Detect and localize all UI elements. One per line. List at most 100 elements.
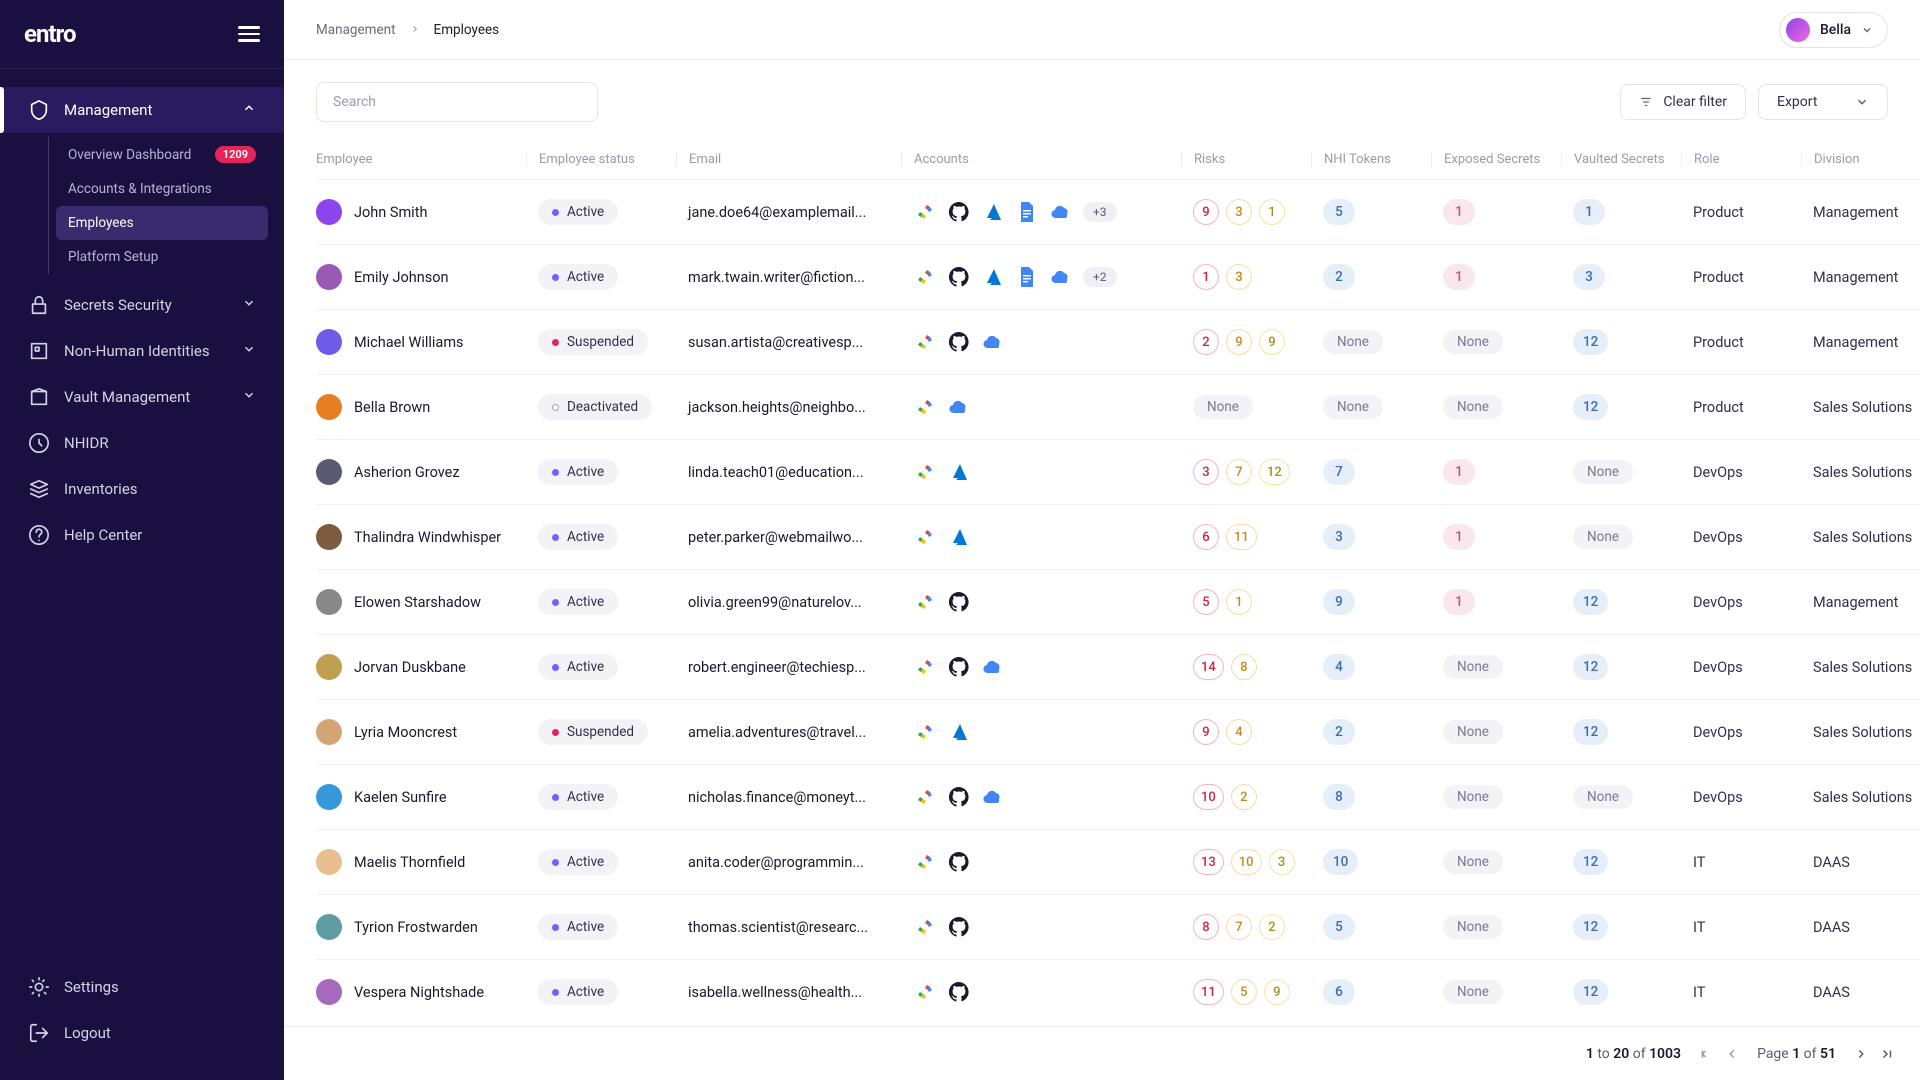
sidebar-item-inventories[interactable]: Inventories: [0, 466, 284, 512]
risks-cell: 1159: [1181, 979, 1311, 1005]
risk-badge: 12: [1259, 459, 1290, 485]
export-button[interactable]: Export: [1758, 84, 1888, 120]
clear-filter-button[interactable]: Clear filter: [1620, 84, 1746, 120]
table-row[interactable]: Maelis ThornfieldActiveanita.coder@progr…: [316, 829, 1920, 894]
avatar: [316, 459, 342, 485]
table-row[interactable]: Asherion GrovezActivelinda.teach01@educa…: [316, 439, 1920, 504]
sidebar-item-help-center[interactable]: Help Center: [0, 512, 284, 558]
column-header[interactable]: Division: [1801, 152, 1920, 167]
accounts-cell: [901, 590, 1181, 614]
vaulted-secrets-cell: None: [1561, 460, 1681, 484]
column-header[interactable]: Employee status: [526, 152, 676, 167]
status-chip: Suspended: [538, 329, 648, 355]
exposed-secrets-cell: None: [1431, 850, 1561, 874]
risk-badge: 13: [1193, 849, 1224, 875]
table-row[interactable]: John SmithActivejane.doe64@examplemail..…: [316, 179, 1920, 244]
sidebar-item-settings[interactable]: Settings: [0, 964, 284, 1010]
count-badge: 5: [1323, 914, 1355, 940]
employee-name: Michael Williams: [354, 334, 464, 351]
risk-badge: 11: [1193, 979, 1224, 1005]
page-prev-icon[interactable]: [1725, 1047, 1739, 1061]
vaulted-secrets-cell: 12: [1561, 654, 1681, 680]
sidebar-item-logout[interactable]: Logout: [0, 1010, 284, 1056]
gcloud-icon: [913, 720, 937, 744]
github-icon: [947, 785, 971, 809]
chevron-down-icon: [242, 342, 256, 360]
table-row[interactable]: Tyrion FrostwardenActivethomas.scientist…: [316, 894, 1920, 959]
role-cell: DevOps: [1681, 659, 1801, 676]
nav-icon: [28, 432, 50, 454]
sidebar-subitem-accounts-integrations[interactable]: Accounts & Integrations: [56, 172, 268, 206]
count-badge: 12: [1573, 329, 1608, 355]
table-row[interactable]: Vespera NightshadeActiveisabella.wellnes…: [316, 959, 1920, 1024]
breadcrumb-root[interactable]: Management: [316, 22, 396, 38]
column-header[interactable]: Exposed Secrets: [1431, 152, 1561, 167]
badge: 1209: [215, 146, 256, 163]
exposed-secrets-cell: None: [1431, 785, 1561, 809]
avatar: [316, 849, 342, 875]
avatar: [1786, 18, 1810, 42]
page-first-icon[interactable]: [1699, 1047, 1713, 1061]
column-header[interactable]: Risks: [1181, 152, 1311, 167]
division-cell: Sales Solutions: [1801, 724, 1920, 741]
count-badge: 6: [1323, 979, 1355, 1005]
risk-badge: 6: [1193, 524, 1219, 550]
exposed-secrets-cell: 1: [1431, 199, 1561, 225]
page-last-icon[interactable]: [1880, 1047, 1894, 1061]
sidebar-item-management[interactable]: Management: [0, 87, 284, 133]
table-row[interactable]: Jorvan DuskbaneActiverobert.engineer@tec…: [316, 634, 1920, 699]
nhi-tokens-cell: None: [1311, 395, 1431, 419]
github-icon: [947, 200, 971, 224]
column-header[interactable]: Vaulted Secrets: [1561, 152, 1681, 167]
gcloud-icon: [913, 395, 937, 419]
avatar: [316, 914, 342, 940]
exposed-secrets-cell: None: [1431, 980, 1561, 1004]
avatar: [316, 199, 342, 225]
azure-icon: [981, 265, 1005, 289]
none-badge: None: [1443, 655, 1503, 679]
nhi-tokens-cell: 5: [1311, 914, 1431, 940]
column-header[interactable]: Employee: [316, 152, 526, 167]
menu-toggle-icon[interactable]: [238, 26, 260, 42]
table-row[interactable]: Lyria MooncrestSuspendedamelia.adventure…: [316, 699, 1920, 764]
column-header[interactable]: Role: [1681, 152, 1801, 167]
sidebar: entro ManagementOverview Dashboard1209Ac…: [0, 0, 284, 1080]
table-row[interactable]: Elowen StarshadowActiveolivia.green99@na…: [316, 569, 1920, 634]
avatar: [316, 979, 342, 1005]
role-cell: Product: [1681, 399, 1801, 416]
column-header[interactable]: NHI Tokens: [1311, 152, 1431, 167]
sidebar-item-secrets-security[interactable]: Secrets Security: [0, 282, 284, 328]
email-cell: anita.coder@programmin...: [676, 854, 901, 871]
avatar: [316, 784, 342, 810]
sidebar-subitem-employees[interactable]: Employees: [56, 206, 268, 240]
sidebar-item-non-human-identities[interactable]: Non-Human Identities: [0, 328, 284, 374]
table-row[interactable]: Emily JohnsonActivemark.twain.writer@fic…: [316, 244, 1920, 309]
page-next-icon[interactable]: [1854, 1047, 1868, 1061]
more-accounts-badge[interactable]: +3: [1083, 202, 1117, 222]
employee-name: Vespera Nightshade: [354, 984, 484, 1001]
nav-label: Logout: [64, 1024, 256, 1042]
risk-badge: 11: [1226, 524, 1257, 550]
avatar: [316, 719, 342, 745]
table-row[interactable]: Thalindra WindwhisperActivepeter.parker@…: [316, 504, 1920, 569]
search-input[interactable]: [316, 82, 598, 122]
table-row[interactable]: Kaelen SunfireActivenicholas.finance@mon…: [316, 764, 1920, 829]
accounts-cell: [901, 980, 1181, 1004]
column-header[interactable]: Email: [676, 152, 901, 167]
column-header[interactable]: Accounts: [901, 152, 1181, 167]
table-row[interactable]: Michael WilliamsSuspendedsusan.artista@c…: [316, 309, 1920, 374]
accounts-cell: [901, 655, 1181, 679]
employee-name: Emily Johnson: [354, 269, 449, 286]
table-row[interactable]: Bella BrownDeactivatedjackson.heights@ne…: [316, 374, 1920, 439]
nav-label: Inventories: [64, 480, 256, 498]
more-accounts-badge[interactable]: +2: [1083, 267, 1117, 287]
sidebar-item-nhidr[interactable]: NHIDR: [0, 420, 284, 466]
sidebar-item-vault-management[interactable]: Vault Management: [0, 374, 284, 420]
status-chip: Active: [538, 459, 618, 485]
chevron-down-icon: [1861, 24, 1873, 36]
status-dot-icon: [552, 209, 559, 216]
sidebar-subitem-platform-setup[interactable]: Platform Setup: [56, 240, 268, 274]
status-chip: Active: [538, 654, 618, 680]
user-menu[interactable]: Bella: [1779, 12, 1888, 48]
sidebar-subitem-overview-dashboard[interactable]: Overview Dashboard1209: [56, 137, 268, 172]
